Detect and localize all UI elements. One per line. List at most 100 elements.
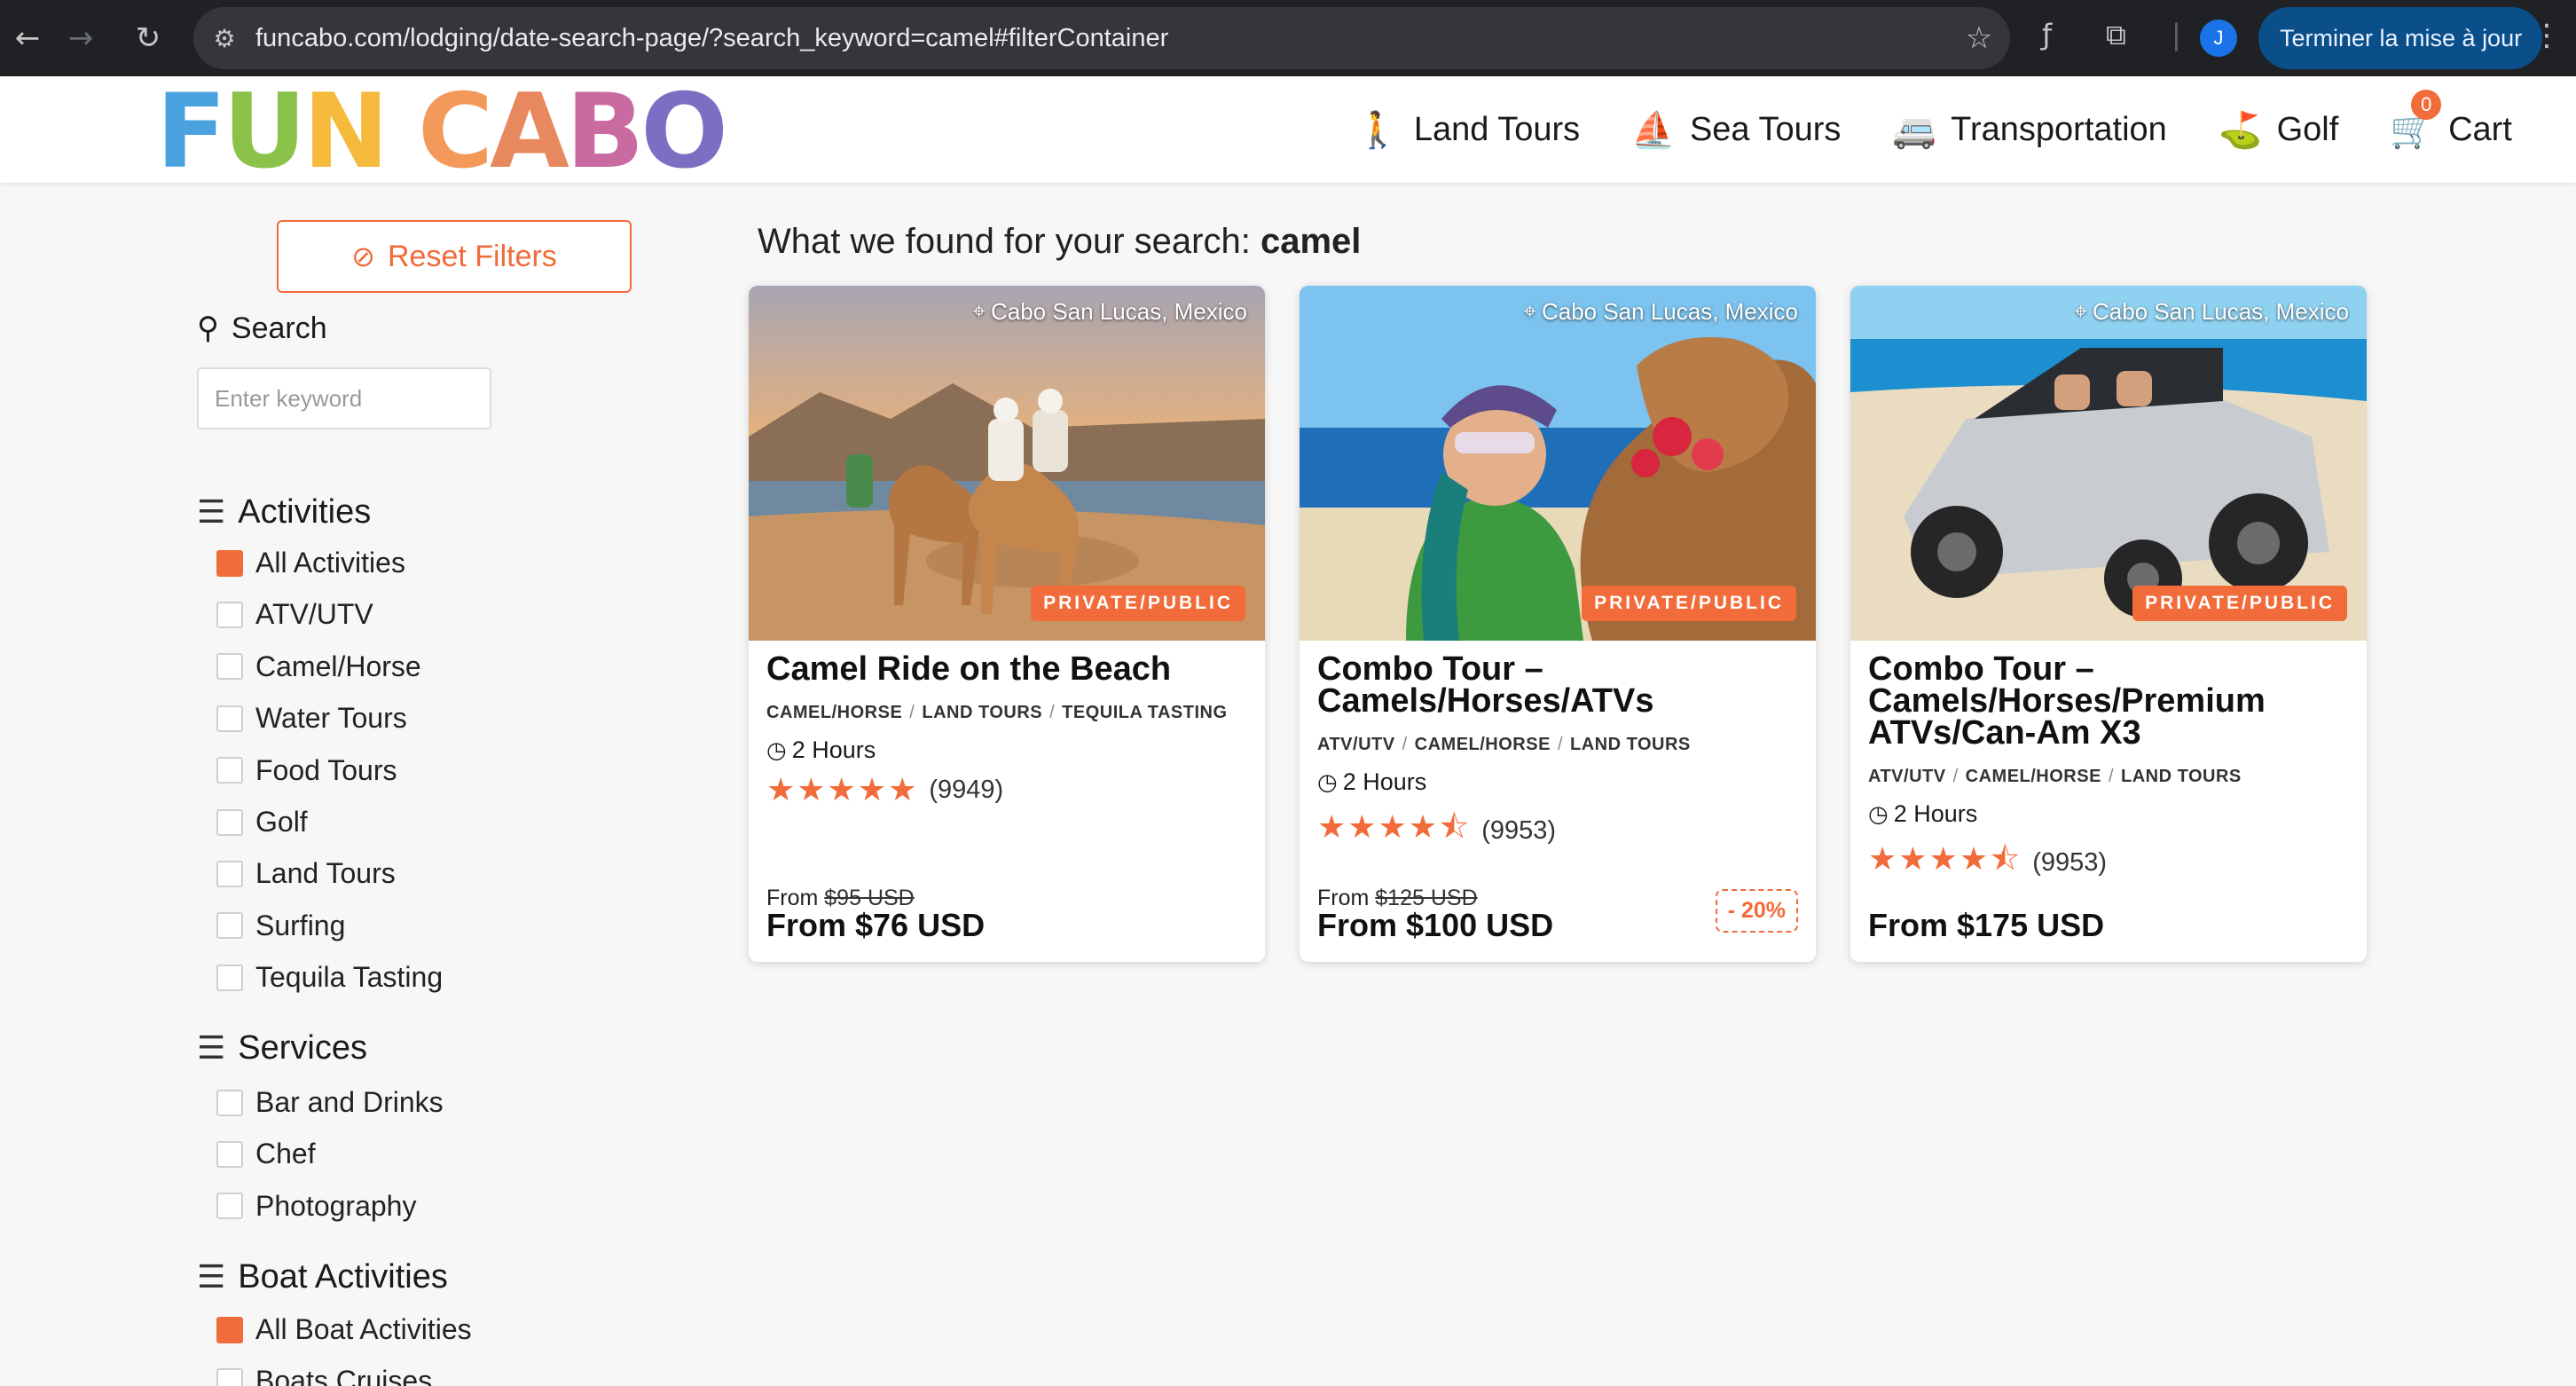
star-rating-icon: ★★★★⯪ (1317, 809, 1472, 846)
nav-cart[interactable]: 🛒 0 Cart (2390, 89, 2512, 151)
tour-card[interactable]: ⌖ Cabo San Lucas, Mexico PRIVATE/PUBLIC C… (1850, 286, 2367, 962)
map-pin-icon: ⌖ (1523, 298, 1536, 325)
checkbox[interactable] (216, 964, 243, 991)
map-pin-icon: ⌖ (972, 298, 986, 325)
tour-duration: ◷ 2 Hours (1868, 800, 1978, 828)
golf-icon: ⛳ (2218, 109, 2263, 151)
site-info-icon[interactable]: ⚙ (193, 24, 255, 53)
filter-option-label: Surfing (255, 909, 346, 941)
tour-title[interactable]: Combo Tour – Camels/Horses/Premium ATVs/… (1868, 652, 2347, 750)
logo-letter: C (417, 71, 493, 192)
url-text[interactable]: funcabo.com/lodging/date-search-page/?se… (255, 24, 1948, 53)
private-public-badge: PRIVATE/PUBLIC (2132, 586, 2347, 621)
logo-letter: U (223, 71, 306, 192)
address-bar[interactable]: ⚙ funcabo.com/lodging/date-search-page/?… (193, 7, 2010, 69)
filter-list-icon: ☰ (197, 1030, 226, 1067)
filter-checkbox-option[interactable]: Chef (216, 1138, 316, 1170)
discount-badge: - 20% (1715, 889, 1798, 933)
formula-extension-icon[interactable]: ƒ (2042, 18, 2052, 51)
site-header: FUN CABO 🚶 Land Tours ⛵ Sea Tours 🚐 Tran… (0, 72, 2576, 192)
nav-golf[interactable]: ⛳ Golf (2219, 109, 2339, 151)
checkbox[interactable] (216, 757, 243, 784)
filter-option-label: Food Tours (255, 753, 397, 786)
filter-option-label: Land Tours (255, 857, 396, 890)
filter-checkbox-option[interactable]: All Boat Activities (216, 1313, 472, 1346)
checkbox[interactable] (216, 1316, 243, 1343)
filter-checkbox-option[interactable]: Tequila Tasting (216, 961, 443, 994)
toolbar-divider: | (2172, 18, 2181, 51)
tour-card[interactable]: ⌖ Cabo San Lucas, Mexico PRIVATE/PUBLIC C… (1300, 286, 1816, 962)
cart-label: Cart (2448, 110, 2512, 148)
nav-sea-tours[interactable]: ⛵ Sea Tours (1631, 109, 1841, 151)
filter-option-label: All Boat Activities (255, 1313, 472, 1345)
filter-option-label: Water Tours (255, 702, 407, 735)
boat-activities-heading: ☰ Boat Activities (197, 1258, 448, 1295)
filter-checkbox-option[interactable]: Photography (216, 1190, 416, 1223)
tour-rating: ★★★★⯪ (9953) (1317, 804, 1556, 858)
filter-checkbox-option[interactable]: Camel/Horse (216, 650, 421, 683)
funcabo-logo[interactable]: FUN CABO (156, 72, 728, 192)
nav-land-tours[interactable]: 🚶 Land Tours (1355, 109, 1580, 151)
filter-checkbox-option[interactable]: Water Tours (216, 702, 407, 735)
nav-label: Land Tours (1413, 110, 1581, 148)
tour-title[interactable]: Combo Tour – Camels/Horses/ATVs (1317, 652, 1796, 718)
checkbox[interactable] (216, 653, 243, 681)
filter-checkbox-option[interactable]: ATV/UTV (216, 598, 373, 631)
update-browser-button[interactable]: Terminer la mise à jour (2258, 7, 2542, 69)
forward-icon[interactable]: → (53, 11, 108, 66)
tour-title[interactable]: Camel Ride on the Beach (766, 652, 1245, 686)
filter-checkbox-option[interactable]: Bar and Drinks (216, 1086, 444, 1119)
filter-checkbox-option[interactable]: Surfing (216, 910, 345, 942)
hiking-icon: 🚶 (1355, 109, 1400, 151)
filter-checkbox-option[interactable]: Boats Cruises (216, 1365, 432, 1386)
logo-letter: N (302, 71, 389, 192)
browser-menu-icon[interactable]: ⋮ (2532, 18, 2562, 53)
back-icon[interactable]: ← (0, 11, 55, 66)
nav-label: Sea Tours (1689, 110, 1842, 148)
filter-list-icon: ☰ (197, 1259, 226, 1295)
filter-checkbox-option[interactable]: Food Tours (216, 754, 397, 787)
tour-rating: ★★★★★ (9949) (766, 772, 1004, 808)
checkbox[interactable] (216, 912, 243, 940)
clock-icon: ◷ (766, 736, 787, 764)
logo-letter: F (156, 71, 226, 192)
checkbox[interactable] (216, 705, 243, 732)
location-label: ⌖ Cabo San Lucas, Mexico (2074, 298, 2349, 325)
tour-categories: ATV/UTV / CAMEL/HORSE / LAND TOURS (1317, 735, 1691, 754)
checkbox[interactable] (216, 860, 243, 887)
tour-categories: CAMEL/HORSE / LAND TOURS / TEQUILA TASTING (766, 703, 1228, 722)
main-nav: 🚶 Land Tours ⛵ Sea Tours 🚐 Transportatio… (1355, 76, 2564, 183)
keyword-search-input[interactable] (197, 367, 491, 429)
bookmark-star-icon[interactable]: ☆ (1948, 20, 2010, 56)
checkbox[interactable] (216, 1367, 243, 1386)
checkbox[interactable] (216, 549, 243, 577)
profile-avatar[interactable]: J (2200, 20, 2237, 57)
filter-option-label: Bar and Drinks (255, 1086, 444, 1118)
checkbox[interactable] (216, 808, 243, 836)
filter-clear-icon: ⊘ (351, 240, 375, 273)
filter-checkbox-option[interactable]: All Activities (216, 547, 405, 579)
checkbox[interactable] (216, 1140, 243, 1168)
filter-checkbox-option[interactable]: Land Tours (216, 857, 396, 890)
search-icon: ⚲ (197, 311, 219, 346)
checkbox[interactable] (216, 601, 243, 628)
extensions-puzzle-icon[interactable]: ⧉ (2106, 18, 2126, 52)
tour-rating: ★★★★⯪ (9953) (1868, 836, 2107, 890)
star-rating-icon: ★★★★★ (766, 772, 919, 808)
logo-letter (386, 72, 418, 192)
nav-transportation[interactable]: 🚐 Transportation (1892, 109, 2166, 151)
filter-checkbox-option[interactable]: Golf (216, 806, 308, 839)
location-label: ⌖ Cabo San Lucas, Mexico (1523, 298, 1798, 325)
tour-price: From $76 USD (766, 907, 986, 943)
filter-list-icon: ☰ (197, 494, 226, 531)
search-heading: ⚲ Search (197, 311, 327, 346)
checkbox[interactable] (216, 1089, 243, 1116)
activities-heading: ☰ Activities (197, 493, 372, 531)
filter-option-label: Photography (255, 1189, 417, 1222)
reset-filters-button[interactable]: ⊘ Reset Filters (277, 220, 632, 293)
logo-letter: A (490, 71, 569, 192)
reload-icon[interactable]: ↻ (121, 11, 176, 66)
clock-icon: ◷ (1868, 800, 1889, 828)
tour-card[interactable]: ⌖ Cabo San Lucas, Mexico PRIVATE/PUBLIC C… (749, 286, 1265, 962)
checkbox[interactable] (216, 1193, 243, 1220)
